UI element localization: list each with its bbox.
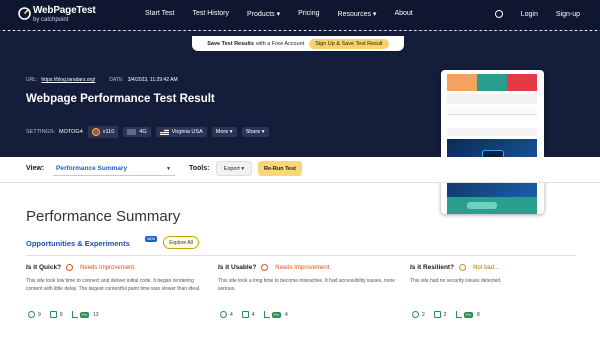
view-select[interactable]: Performance Summary ▼ [53,162,175,176]
experiment-icon [49,311,57,318]
caution-icon [459,264,467,271]
logo-icon [18,7,31,20]
quick-status: Needs Improvement. [80,264,136,271]
usable-question: Is it Usable? [218,264,257,271]
quick-column: Is it Quick? Needs Improvement. This site… [26,264,206,293]
count-c: 8 [477,311,480,318]
test-url-link[interactable]: https://blog.laradars.org/ [41,77,95,83]
usable-status: Needs Improvement. [275,264,331,271]
chrome-icon [91,128,100,136]
explore-all-button[interactable]: Explore All [163,236,199,249]
thumb-header-right [507,74,537,91]
more-button[interactable]: More ▾ [211,127,237,137]
count-a: 2 [422,311,425,318]
quick-description: This site took low time to connect and d… [26,278,201,292]
nav-links: Start Test Test History Products ▾ Prici… [145,10,431,18]
banner-bold: Save Test Results [207,40,254,47]
pro-badge: Pro [271,311,282,318]
user-icon[interactable] [494,10,503,18]
thumb-header-left [447,74,477,91]
logo[interactable]: WebPageTest by catchpoint [33,5,96,24]
usable-column: Is it Usable? Needs Improvement. This sit… [218,264,398,293]
browser-version: v110 [102,129,115,135]
nav-start-test[interactable]: Start Test [145,10,174,18]
resilient-question: Is it Resilient? [410,264,455,271]
nav-resources[interactable]: Resources ▾ [338,10,377,18]
us-flag-icon [159,129,169,135]
nav-about[interactable]: About [394,10,412,18]
url-label: URL: [26,77,38,83]
resilient-counts[interactable]: 2 2 Pro 8 [412,311,489,318]
thumb-tag-row [447,128,537,136]
export-button[interactable]: Export ▾ [216,161,252,176]
connection-chip: 4G [123,127,151,137]
section-divider [26,255,576,256]
resilient-description: This site had no security issues detecte… [410,278,502,284]
location-chip: Virginia USA [155,127,207,137]
quick-counts[interactable]: 9 9 Pro 13 [28,311,108,318]
location-value: Virginia USA [171,129,203,135]
thumb-footer-button [467,202,497,209]
top-nav: WebPageTest by catchpoint Start Test Tes… [0,0,600,30]
resilient-status: Not bad... [473,264,500,271]
warning-icon [66,264,74,271]
date-label: DATE: [109,77,124,83]
pro-badge: Pro [463,311,474,318]
tools-label: Tools: [189,165,210,172]
warning-icon [261,264,269,271]
count-c: 13 [93,311,99,318]
pro-badge: Pro [79,311,90,318]
check-icon [412,311,419,318]
banner-text: with a Free Account [255,40,305,47]
count-a: 4 [230,311,233,318]
opportunities-heading: Opportunities & Experiments [26,239,130,248]
count-c: 4 [285,311,288,318]
quick-question: Is it Quick? [26,264,62,271]
login-link[interactable]: Login [521,11,538,18]
thumb-breadcrumb-row [447,118,537,125]
signup-save-button[interactable]: Sign Up & Save Test Result [309,38,389,49]
thumb-menu-row [447,107,537,115]
chevron-down-icon: ▼ [166,165,171,172]
test-meta: URL: https://blog.laradars.org/ DATE: 3/… [26,77,178,83]
logo-subtitle: by catchpoint [33,17,69,23]
nav-pricing[interactable]: Pricing [298,10,319,18]
nav-test-history[interactable]: Test History [192,10,229,18]
experiment-icon [241,311,249,318]
rerun-test-button[interactable]: Re-Run Test [258,161,302,176]
count-b: 9 [59,311,63,318]
count-b: 4 [251,311,255,318]
logo-title: WebPageTest [33,5,96,16]
count-b: 2 [443,311,447,318]
view-label: View: [26,165,45,172]
signal-icon [127,129,137,135]
flask-icon [455,311,462,318]
count-a: 9 [38,311,41,318]
view-select-value: Performance Summary [56,165,128,172]
flask-icon [71,311,78,318]
nav-account: Login Sign-up [477,10,580,18]
nav-products[interactable]: Products ▾ [247,10,280,18]
share-button[interactable]: Share ▾ [241,127,269,137]
usable-description: This site took a long time to become int… [218,278,396,292]
usable-counts[interactable]: 4 4 Pro 4 [220,311,297,318]
page-screenshot-thumbnail[interactable]: Ps [441,70,544,214]
device-name: MOTOG4 [59,129,83,135]
experiment-icon [433,311,441,318]
section-heading: Performance Summary [26,208,181,225]
browser-chip: v110 [87,126,119,138]
page-title: Webpage Performance Test Result [26,93,215,105]
test-settings: SETTINGS: MOTOG4 v110 4G Virginia USA Mo… [26,126,269,138]
check-icon [28,311,35,318]
connection-value: 4G [139,129,147,135]
settings-label: SETTINGS: [26,129,56,135]
thumb-nav-row [447,94,537,104]
signup-link[interactable]: Sign-up [556,11,580,18]
resilient-column: Is it Resilient? Not bad... This site had… [410,264,590,286]
check-icon [220,311,227,318]
save-results-banner: Save Test Results with a Free Account Si… [192,36,404,51]
flask-icon [263,311,270,318]
test-date: 3/4/2023, 11:29:42 AM [127,77,178,83]
new-badge: NEW [145,236,158,242]
